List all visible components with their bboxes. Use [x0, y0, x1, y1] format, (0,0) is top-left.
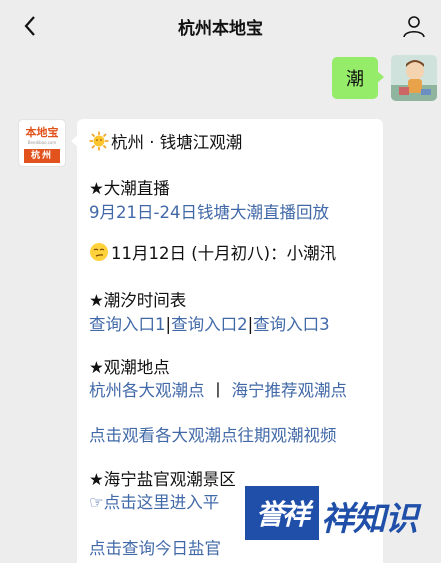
haining-scenic-title: ★海宁盐官观潮景区	[89, 470, 236, 489]
smirk-face-icon	[90, 243, 108, 261]
avatar-city-badge: 杭州	[24, 149, 60, 163]
past-videos-link[interactable]: 点击观看各大观潮点往期观潮视频	[89, 422, 337, 446]
watermark-logo: 誉祥 祥知识	[245, 486, 435, 540]
bot-avatar[interactable]: 本地宝 Bendibao.com 杭州	[18, 119, 66, 167]
tide-date-text: 11月12日 (十月初八)：小潮汛	[111, 244, 337, 263]
back-button[interactable]	[14, 10, 46, 42]
today-query-link[interactable]: 点击查询今日盐官	[89, 535, 221, 559]
reply-heading: 杭州 · 钱塘江观潮	[111, 133, 243, 152]
reply-heading-line: 杭州 · 钱塘江观潮	[89, 129, 242, 153]
haining-spots-link[interactable]: 海宁推荐观潮点	[232, 381, 348, 400]
tide-links-row: 查询入口1|查询入口2|查询入口3	[89, 311, 330, 335]
my-avatar[interactable]	[391, 55, 437, 101]
chat-header: 杭州本地宝	[0, 0, 441, 52]
page-title: 杭州本地宝	[178, 18, 263, 39]
avatar-brand-logo: 本地宝	[25, 126, 59, 139]
watermark-box: 誉祥	[245, 486, 319, 540]
cartoon-avatar-icon	[391, 55, 437, 101]
chevron-left-icon	[24, 16, 35, 36]
live-replay-link[interactable]: 9月21日-24日钱塘大潮直播回放	[89, 199, 329, 223]
tide-query-link-2[interactable]: 查询入口2	[171, 315, 248, 334]
tide-query-link-3[interactable]: 查询入口3	[253, 315, 330, 334]
tide-date-line: 11月12日 (十月初八)：小潮汛	[89, 240, 336, 264]
watermark-text: 祥知识	[321, 499, 418, 538]
avatar-domain: Bendibao.com	[27, 140, 57, 145]
spots-separator: 丨	[209, 381, 227, 400]
viewing-spots-row: 杭州各大观潮点 丨 海宁推荐观潮点	[89, 377, 347, 401]
hangzhou-spots-link[interactable]: 杭州各大观潮点	[89, 381, 205, 400]
sent-message-text: 潮	[346, 69, 364, 90]
haining-enter-link[interactable]: ☞点击这里进入平	[89, 489, 219, 513]
tide-query-link-1[interactable]: 查询入口1	[89, 315, 166, 334]
sun-icon	[89, 131, 109, 151]
live-title: ★大潮直播	[89, 179, 170, 198]
profile-button[interactable]	[397, 9, 431, 43]
sent-message-bubble[interactable]: 潮	[332, 57, 384, 99]
person-icon	[403, 16, 425, 38]
tide-table-title: ★潮汐时间表	[89, 291, 187, 310]
viewing-spots-title: ★观潮地点	[89, 358, 170, 377]
